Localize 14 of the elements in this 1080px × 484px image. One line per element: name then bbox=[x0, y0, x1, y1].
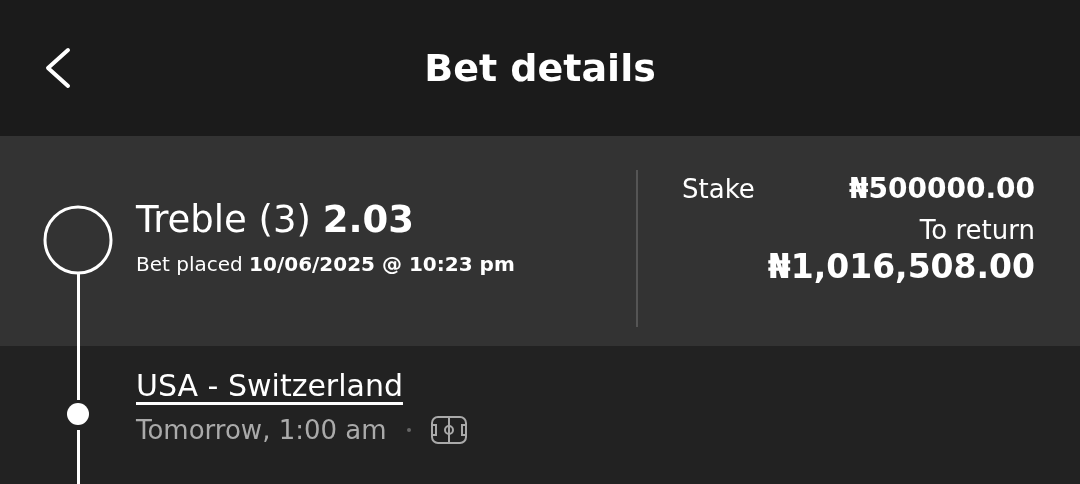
bet-placed-date: Bet placed 10/06/2025 @ 10:23 pm bbox=[136, 252, 516, 276]
page-title: Bet details bbox=[424, 46, 656, 90]
match-link[interactable]: USA - Switzerland bbox=[136, 368, 403, 403]
separator-dot bbox=[406, 428, 411, 432]
return-label: To return bbox=[919, 215, 1035, 245]
timeline-line bbox=[77, 430, 80, 484]
football-pitch-icon bbox=[430, 416, 467, 444]
return-amount: ₦1,016,508.00 bbox=[767, 247, 1035, 286]
match-time: Tomorrow, 1:00 am bbox=[136, 415, 387, 445]
timeline-dot-icon bbox=[67, 403, 89, 425]
hollow-circle-icon bbox=[43, 205, 113, 275]
stake-amount: ₦500000.00 bbox=[849, 172, 1035, 205]
bet-type: Treble (3) 2.03 bbox=[136, 197, 416, 243]
stake-label: Stake bbox=[682, 173, 755, 204]
